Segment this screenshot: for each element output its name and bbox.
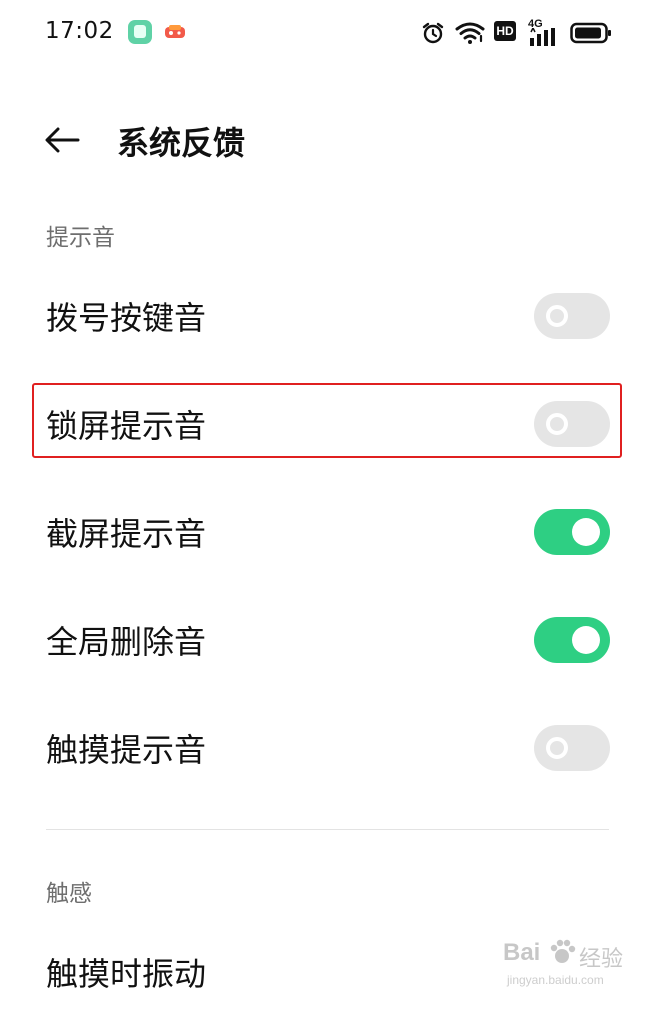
settings-row-touch-sound[interactable]: 触摸提示音 <box>0 694 658 802</box>
dial-tone-toggle[interactable] <box>534 293 610 339</box>
settings-row-label: 拨号按键音 <box>46 299 207 337</box>
hd-icon: HD <box>494 18 516 44</box>
settings-row-label: 触摸提示音 <box>46 731 207 769</box>
toggle-knob <box>572 626 600 654</box>
game-icon <box>165 25 185 38</box>
toggle-knob <box>546 305 568 327</box>
settings-row-label: 锁屏提示音 <box>46 407 207 445</box>
back-button[interactable] <box>38 118 86 162</box>
settings-row-label: 截屏提示音 <box>46 515 207 553</box>
page-title: 系统反馈 <box>117 124 246 162</box>
toggle-knob <box>546 413 568 435</box>
app-notification-icon <box>128 20 152 44</box>
battery-icon <box>570 22 611 44</box>
baidu-jingyan-watermark: Bai 经验 jingyan.baidu.com <box>503 939 624 987</box>
signal-4g-icon: 4G <box>528 18 562 46</box>
status-bar: 17:02 HD 4G <box>0 0 658 66</box>
section-header-sounds: 提示音 <box>46 225 115 251</box>
alarm-icon <box>422 22 444 44</box>
settings-row-dial-tone[interactable]: 拨号按键音 <box>0 262 658 370</box>
toggle-knob <box>572 518 600 546</box>
settings-row-label: 触摸时振动 <box>46 955 207 993</box>
section-divider <box>46 829 609 830</box>
app-header: 系统反馈 <box>0 100 658 180</box>
section-header-haptics: 触感 <box>46 881 92 907</box>
settings-row-lock-sound[interactable]: 锁屏提示音 <box>0 370 658 478</box>
settings-row-delete-sound[interactable]: 全局删除音 <box>0 586 658 694</box>
screenshot-sound-toggle[interactable] <box>534 509 610 555</box>
delete-sound-toggle[interactable] <box>534 617 610 663</box>
settings-row-screenshot-sound[interactable]: 截屏提示音 <box>0 478 658 586</box>
paw-icon <box>550 939 576 963</box>
toggle-knob <box>546 737 568 759</box>
touch-sound-toggle[interactable] <box>534 725 610 771</box>
wifi-icon <box>455 22 485 44</box>
back-arrow-icon[interactable] <box>44 126 80 154</box>
status-time: 17:02 <box>45 18 114 44</box>
lock-sound-toggle[interactable] <box>534 401 610 447</box>
settings-row-label: 全局删除音 <box>46 623 207 661</box>
